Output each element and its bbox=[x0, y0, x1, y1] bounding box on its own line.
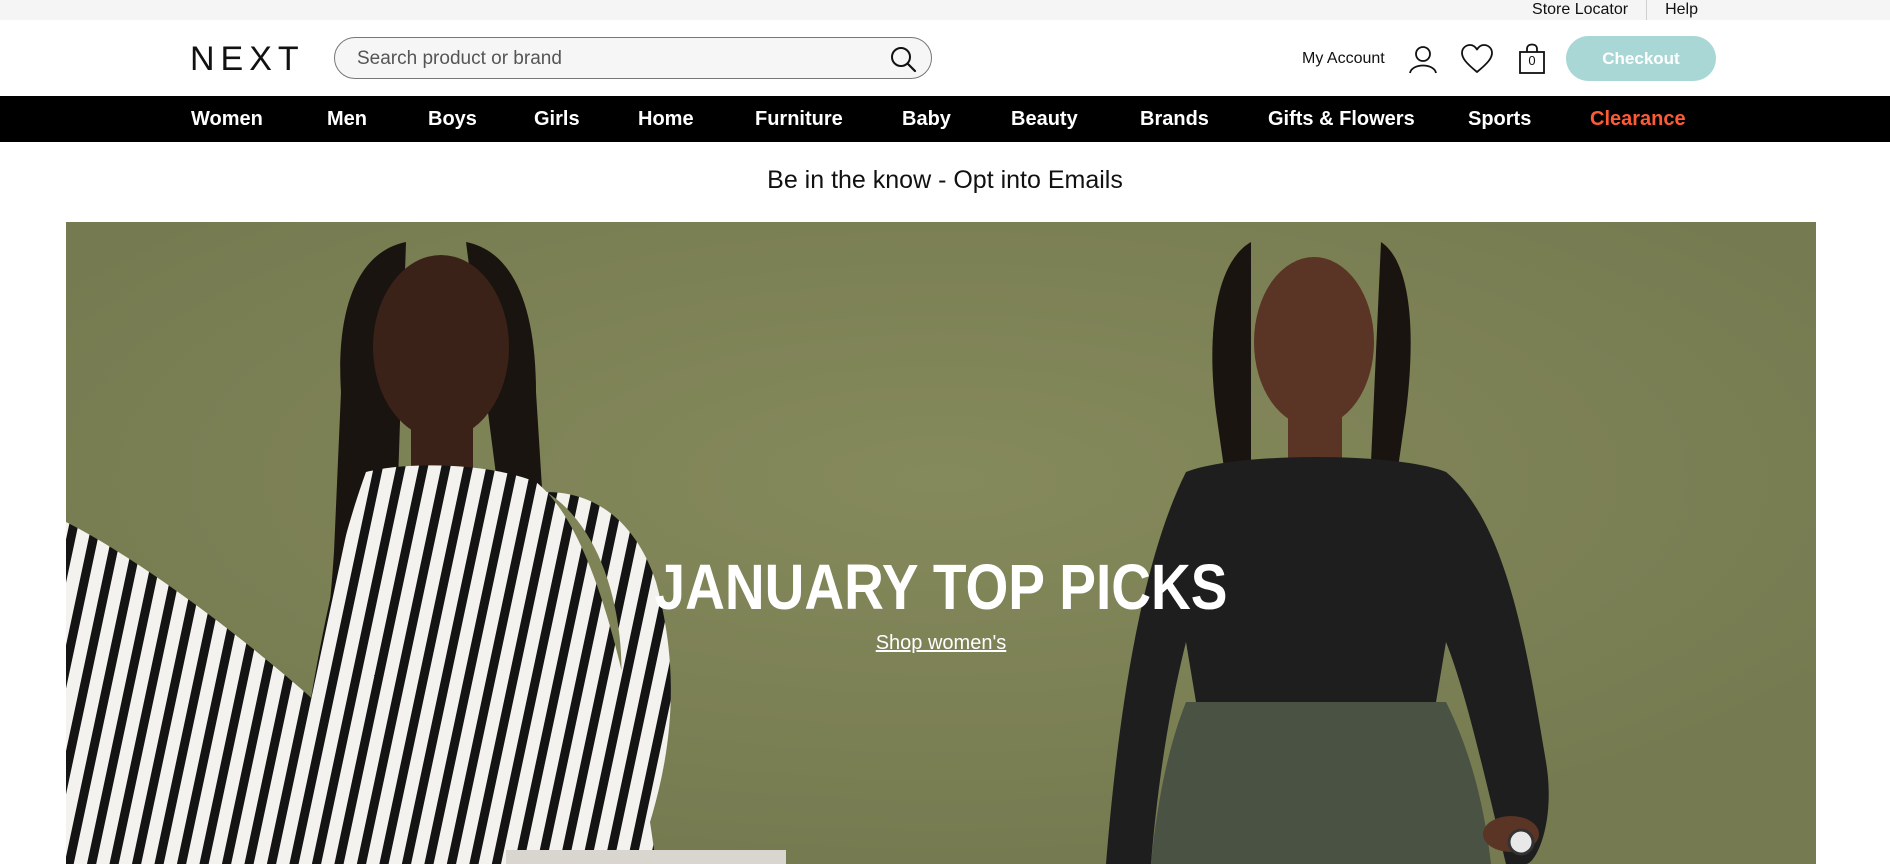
nav-item-brands[interactable]: Brands bbox=[1140, 96, 1209, 142]
shop-womens-link[interactable]: Shop women's bbox=[876, 632, 1007, 654]
site-header: NEXT My Account 0 Checkout bbox=[0, 20, 1890, 96]
hero-title: JANUARY TOP PICKS bbox=[654, 551, 1228, 623]
nav-item-beauty[interactable]: Beauty bbox=[1011, 96, 1078, 142]
hero-link-wrap: Shop women's bbox=[66, 632, 1816, 655]
nav-item-gifts-flowers[interactable]: Gifts & Flowers bbox=[1268, 96, 1415, 142]
bag-count: 0 bbox=[1528, 53, 1536, 68]
nav-item-women[interactable]: Women bbox=[191, 96, 263, 142]
utility-links: Store Locator Help bbox=[1514, 0, 1716, 20]
heart-icon[interactable] bbox=[1460, 44, 1494, 74]
main-navigation: Women Men Boys Girls Home Furniture Baby… bbox=[0, 96, 1890, 142]
nav-item-baby[interactable]: Baby bbox=[902, 96, 951, 142]
nav-item-home[interactable]: Home bbox=[638, 96, 694, 142]
email-optin-banner[interactable]: Be in the know - Opt into Emails bbox=[0, 165, 1890, 195]
nav-item-furniture[interactable]: Furniture bbox=[755, 96, 843, 142]
next-logo[interactable]: NEXT bbox=[190, 40, 305, 78]
help-link[interactable]: Help bbox=[1647, 2, 1716, 18]
user-icon[interactable] bbox=[1408, 44, 1438, 74]
nav-item-sports[interactable]: Sports bbox=[1468, 96, 1531, 142]
my-account-link[interactable]: My Account bbox=[1302, 49, 1385, 69]
checkout-button[interactable]: Checkout bbox=[1566, 36, 1716, 81]
search-icon[interactable] bbox=[889, 45, 917, 73]
nav-item-men[interactable]: Men bbox=[327, 96, 367, 142]
utility-bar: Store Locator Help bbox=[0, 0, 1890, 20]
nav-item-clearance[interactable]: Clearance bbox=[1590, 96, 1686, 142]
nav-item-girls[interactable]: Girls bbox=[534, 96, 580, 142]
search-box[interactable] bbox=[334, 37, 932, 80]
search-input[interactable] bbox=[355, 38, 879, 80]
store-locator-link[interactable]: Store Locator bbox=[1514, 2, 1646, 18]
hero-banner[interactable]: JANUARY TOP PICKS Shop women's bbox=[66, 222, 1816, 864]
nav-item-boys[interactable]: Boys bbox=[428, 96, 477, 142]
hero-image bbox=[66, 222, 1816, 864]
